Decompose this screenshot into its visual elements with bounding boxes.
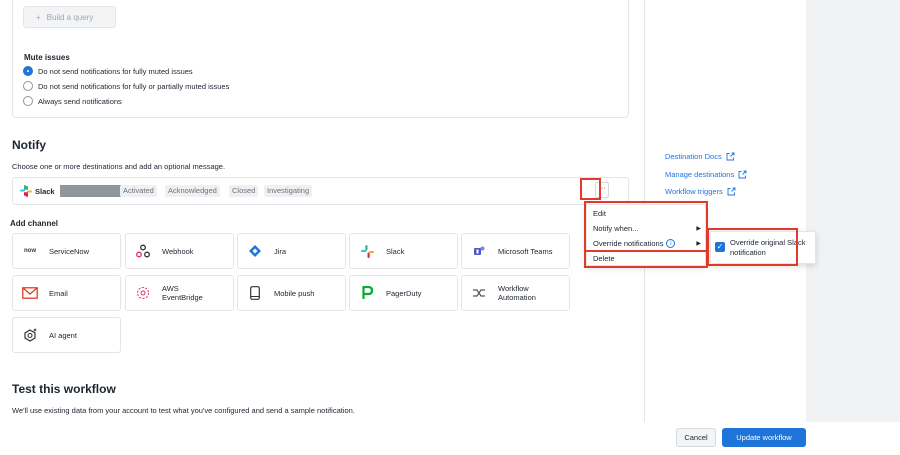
workflow-editor: + Build a query Mute issues Do not send … — [0, 0, 644, 422]
background-panel — [806, 0, 900, 422]
aws-eventbridge-icon — [135, 285, 151, 301]
link-manage-destinations[interactable]: Manage destinations — [665, 170, 747, 179]
channel-workflow-automation[interactable]: Workflow Automation — [461, 275, 570, 311]
channel-slack[interactable]: Slack — [349, 233, 458, 269]
mute-option-always-send[interactable]: Always send notifications — [23, 96, 122, 106]
radio[interactable] — [23, 81, 33, 91]
destination-row-slack: Slack Activated Acknowledged Closed Inve… — [12, 177, 629, 205]
channel-label: AI agent — [49, 330, 77, 340]
channel-label: Slack — [386, 246, 405, 256]
build-query-label: Build a query — [46, 12, 94, 22]
build-query-button[interactable]: + Build a query — [23, 6, 116, 28]
state-chip: Investigating — [264, 185, 313, 197]
radio[interactable] — [23, 96, 33, 106]
channel-email[interactable]: Email — [12, 275, 121, 311]
workflow-automation-icon — [471, 285, 487, 301]
link-label: Workflow triggers — [665, 187, 723, 196]
link-destination-docs[interactable]: Destination Docs — [665, 152, 735, 161]
channel-label: Mobile push — [274, 288, 315, 298]
channel-aws-eventbridge[interactable]: AWS EventBridge — [125, 275, 234, 311]
notify-subtitle: Choose one or more destinations and add … — [12, 162, 226, 171]
link-label: Manage destinations — [665, 170, 735, 179]
slack-icon — [359, 243, 375, 259]
webhook-icon — [135, 243, 151, 259]
mute-option-label: Do not send notifications for fully mute… — [38, 66, 193, 76]
external-link-icon — [726, 152, 735, 161]
update-workflow-button[interactable]: Update workflow — [722, 428, 806, 447]
destination-name: Slack — [35, 187, 55, 196]
mute-option-partially-muted[interactable]: Do not send notifications for fully or p… — [23, 81, 229, 91]
mute-option-label: Always send notifications — [38, 96, 122, 106]
channel-microsoft-teams[interactable]: Microsoft Teams — [461, 233, 570, 269]
pagerduty-icon — [359, 285, 375, 301]
state-chip: Activated — [120, 185, 157, 197]
channel-label: Jira — [274, 246, 287, 256]
highlight-menu — [584, 201, 708, 268]
query-card: + Build a query Mute issues Do not send … — [12, 0, 629, 118]
channel-webhook[interactable]: Webhook — [125, 233, 234, 269]
email-icon — [22, 285, 38, 301]
cancel-button[interactable]: Cancel — [676, 428, 716, 447]
teams-icon — [471, 243, 487, 259]
notify-title: Notify — [12, 138, 46, 152]
slack-icon — [20, 185, 32, 199]
channel-ai-agent[interactable]: AI agent — [12, 317, 121, 353]
channel-servicenow[interactable]: now ServiceNow — [12, 233, 121, 269]
external-link-icon — [738, 170, 747, 179]
link-workflow-triggers[interactable]: Workflow triggers — [665, 187, 736, 196]
state-chip: Acknowledged — [165, 185, 220, 197]
channel-label: ServiceNow — [49, 246, 90, 256]
channel-label: Workflow Automation — [498, 284, 536, 302]
channel-jira[interactable]: Jira — [237, 233, 346, 269]
highlight-underline — [586, 250, 706, 252]
channel-label: Microsoft Teams — [498, 246, 553, 256]
mute-option-fully-muted[interactable]: Do not send notifications for fully mute… — [23, 66, 193, 76]
external-link-icon — [727, 187, 736, 196]
channel-label: Webhook — [162, 246, 194, 256]
mobile-icon — [247, 285, 263, 301]
servicenow-icon: now — [24, 248, 36, 254]
link-label: Destination Docs — [665, 152, 722, 161]
radio-checked[interactable] — [23, 66, 33, 76]
mute-option-label: Do not send notifications for fully or p… — [38, 81, 230, 91]
highlight-submenu — [707, 228, 798, 266]
channel-label: AWS EventBridge — [162, 284, 203, 302]
mute-issues-title: Mute issues — [24, 53, 70, 62]
add-channel-title: Add channel — [10, 219, 59, 228]
channel-mobile-push[interactable]: Mobile push — [237, 275, 346, 311]
channel-pagerduty[interactable]: PagerDuty — [349, 275, 458, 311]
channel-label: Email — [49, 288, 68, 298]
redacted-channel — [60, 185, 125, 197]
test-workflow-title: Test this workflow — [12, 382, 116, 396]
highlight-more-button — [580, 178, 601, 200]
ai-agent-icon — [22, 327, 38, 343]
jira-icon — [247, 243, 263, 259]
channel-label: PagerDuty — [386, 288, 422, 298]
plus-icon: + — [36, 12, 41, 22]
test-workflow-subtitle: We'll use existing data from your accoun… — [12, 406, 355, 415]
state-chip: Closed — [229, 185, 259, 197]
